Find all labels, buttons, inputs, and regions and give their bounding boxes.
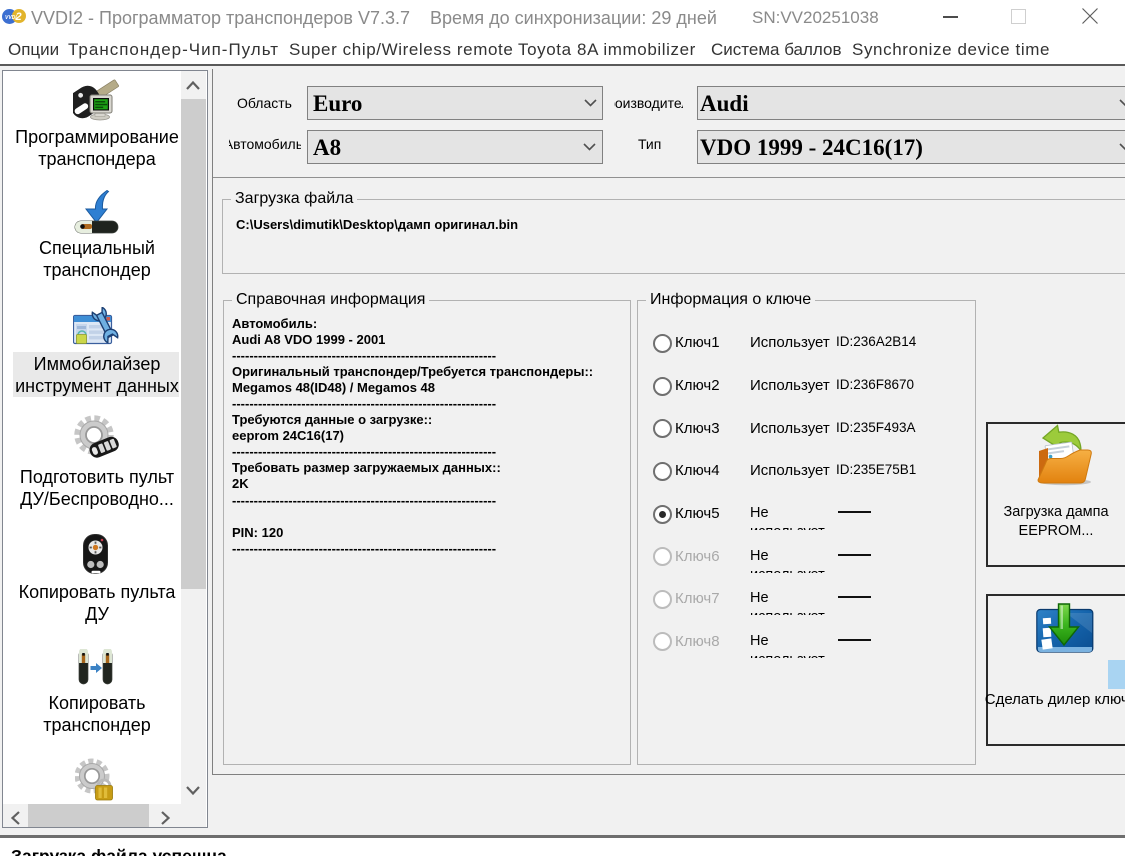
svg-text:2: 2 bbox=[15, 11, 22, 23]
